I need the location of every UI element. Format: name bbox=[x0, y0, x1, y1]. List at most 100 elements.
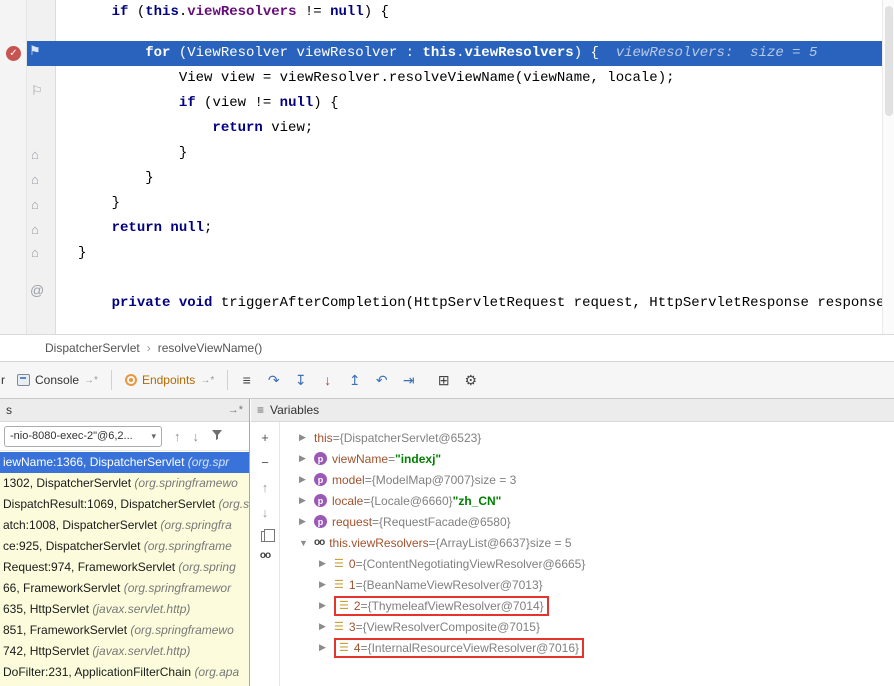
code-line[interactable]: return null; bbox=[0, 216, 894, 241]
variable-row[interactable]: ▶pmodel = {ModelMap@7007} size = 3 bbox=[281, 469, 894, 490]
run-to-cursor-icon[interactable]: ⇥ bbox=[395, 372, 422, 389]
frames-pin-icon[interactable]: →* bbox=[228, 404, 243, 416]
variable-row[interactable]: ▶☰4 = {InternalResourceViewResolver@7016… bbox=[281, 637, 894, 658]
variable-row[interactable]: ▶this = {DispatcherServlet@6523} bbox=[281, 427, 894, 448]
tree-chevron-icon[interactable]: ▶ bbox=[299, 432, 314, 443]
filter-frames-icon[interactable] bbox=[211, 429, 223, 444]
tree-chevron-icon[interactable]: ▶ bbox=[319, 621, 334, 632]
variable-row[interactable]: ▶☰0 = {ContentNegotiatingViewResolver@66… bbox=[281, 553, 894, 574]
tab-endpoints[interactable]: Endpoints →* bbox=[117, 362, 222, 398]
code-line[interactable]: private void triggerAfterCompletion(Http… bbox=[0, 291, 894, 316]
stack-frame[interactable]: 742, HttpServlet (javax.servlet.http) bbox=[0, 641, 249, 662]
stack-frame[interactable]: DoFilter:231, ApplicationFilterChain (or… bbox=[0, 662, 249, 683]
clipped-tab-label[interactable]: r bbox=[1, 373, 5, 387]
step-into-icon[interactable]: ↧ bbox=[287, 372, 314, 389]
tree-chevron-icon[interactable]: ▶ bbox=[299, 474, 314, 485]
code-line[interactable]: if (this.viewResolvers != null) { bbox=[0, 0, 894, 25]
duplicate-watch-icon[interactable] bbox=[261, 531, 270, 542]
frame-down-icon[interactable]: ↓ bbox=[193, 429, 200, 444]
tab-console[interactable]: Console →* bbox=[9, 362, 106, 398]
tree-chevron-icon[interactable]: ▶ bbox=[299, 495, 314, 506]
breadcrumb-class[interactable]: DispatcherServlet bbox=[45, 341, 140, 355]
frame-package: (org.spr bbox=[188, 455, 229, 469]
code-line[interactable]: } bbox=[0, 166, 894, 191]
bookmark-outline-icon[interactable]: ⚐ bbox=[31, 84, 43, 98]
variable-row[interactable]: ▼oothis.viewResolvers = {ArrayList@6637}… bbox=[281, 532, 894, 553]
stack-frame[interactable]: atch:1008, DispatcherServlet (org.spring… bbox=[0, 515, 249, 536]
tree-chevron-icon[interactable]: ▶ bbox=[319, 600, 334, 611]
evaluate-grid-icon[interactable]: ⊞ bbox=[430, 372, 457, 389]
code-line[interactable]: } bbox=[0, 191, 894, 216]
stack-frame[interactable]: 635, HttpServlet (javax.servlet.http) bbox=[0, 599, 249, 620]
variable-row[interactable]: ▶☰1 = {BeanNameViewResolver@7013} bbox=[281, 574, 894, 595]
variable-row[interactable]: ▶☰2 = {ThymeleafViewResolver@7014} bbox=[281, 595, 894, 616]
code-editor[interactable]: if (this.viewResolvers != null) { for (V… bbox=[0, 0, 894, 334]
code-line[interactable]: View view = viewResolver.resolveViewName… bbox=[0, 66, 894, 91]
code-line[interactable]: return view; bbox=[0, 116, 894, 141]
stack-frame[interactable]: 1302, DispatcherServlet (org.springframe… bbox=[0, 473, 249, 494]
scrollbar-thumb[interactable] bbox=[885, 6, 893, 116]
indent bbox=[78, 4, 112, 20]
variable-row[interactable]: ▶pviewName = "indexj" bbox=[281, 448, 894, 469]
force-step-into-icon[interactable]: ↓ bbox=[314, 372, 341, 388]
stack-frame[interactable]: DispatchResult:1069, DispatcherServlet (… bbox=[0, 494, 249, 515]
gutter-marker-icon[interactable]: ⌂ bbox=[31, 148, 39, 162]
variable-name: this bbox=[314, 431, 333, 445]
variable-row[interactable]: ▶☰3 = {ViewResolverComposite@7015} bbox=[281, 616, 894, 637]
tree-chevron-icon[interactable]: ▶ bbox=[319, 558, 334, 569]
step-over-icon[interactable]: ↷ bbox=[260, 372, 287, 389]
execution-point-line[interactable]: for (ViewResolver viewResolver : this.vi… bbox=[0, 41, 894, 66]
gutter-marker-icon[interactable]: ⌂ bbox=[31, 223, 39, 237]
code-token: private void bbox=[112, 295, 221, 311]
variables-panel-header: ≡ Variables bbox=[251, 399, 894, 422]
frame-package: (org.springframewo bbox=[130, 623, 233, 637]
tree-chevron-icon[interactable]: ▶ bbox=[319, 579, 334, 590]
variables-panel: ≡ Variables + − ↑ ↓ oo ▶this = {Dispatch… bbox=[251, 399, 894, 686]
code-token: if bbox=[112, 4, 137, 20]
code-line[interactable]: if (view != null) { bbox=[0, 91, 894, 116]
settings-icon[interactable]: ⚙ bbox=[457, 372, 484, 389]
gutter-marker-icon[interactable]: ⌂ bbox=[31, 246, 39, 260]
code-line[interactable]: } bbox=[0, 241, 894, 266]
move-down-icon[interactable]: ↓ bbox=[262, 504, 269, 521]
hamburger-menu-icon[interactable]: ≡ bbox=[233, 372, 260, 388]
indent bbox=[78, 145, 179, 161]
tree-chevron-icon[interactable]: ▼ bbox=[299, 538, 314, 548]
frame-package: (org.spring bbox=[178, 560, 235, 574]
drop-frame-icon[interactable]: ↶ bbox=[368, 372, 395, 389]
stack-frame[interactable]: iewName:1366, DispatcherServlet (org.spr bbox=[0, 452, 249, 473]
breadcrumb-method[interactable]: resolveViewName() bbox=[158, 341, 262, 355]
thread-selector-row: -nio-8080-exec-2"@6,2... ▾ ↑ ↓ bbox=[0, 422, 249, 451]
remove-watch-icon[interactable]: − bbox=[261, 454, 269, 471]
equals-separator: = bbox=[365, 473, 372, 487]
frame-up-icon[interactable]: ↑ bbox=[174, 429, 181, 444]
frame-package: (org.springframe bbox=[144, 539, 232, 553]
frame-location: iewName:1366, DispatcherServlet bbox=[3, 455, 188, 469]
bookmark-flag-icon[interactable]: ⚑ bbox=[29, 44, 41, 58]
tree-chevron-icon[interactable]: ▶ bbox=[299, 516, 314, 527]
code-lines[interactable]: if (this.viewResolvers != null) { for (V… bbox=[0, 0, 894, 316]
tree-chevron-icon[interactable]: ▶ bbox=[319, 642, 334, 653]
editor-scrollbar[interactable] bbox=[882, 0, 894, 334]
code-line[interactable] bbox=[0, 266, 894, 291]
variable-content: oothis.viewResolvers = {ArrayList@6637} … bbox=[314, 533, 572, 553]
variable-row[interactable]: ▶prequest = {RequestFacade@6580} bbox=[281, 511, 894, 532]
step-out-icon[interactable]: ↥ bbox=[341, 372, 368, 389]
stack-frame[interactable]: ce:925, DispatcherServlet (org.springfra… bbox=[0, 536, 249, 557]
code-token: . bbox=[179, 4, 187, 20]
gutter-marker-icon[interactable]: ⌂ bbox=[31, 173, 39, 187]
thread-selector-dropdown[interactable]: -nio-8080-exec-2"@6,2... ▾ bbox=[4, 426, 162, 447]
panel-menu-icon[interactable]: ≡ bbox=[257, 403, 264, 417]
move-up-icon[interactable]: ↑ bbox=[262, 479, 269, 496]
breakpoint-icon[interactable]: ✓ bbox=[6, 46, 21, 61]
stack-frame[interactable]: Request:974, FrameworkServlet (org.sprin… bbox=[0, 557, 249, 578]
gutter-marker-icon[interactable]: ⌂ bbox=[31, 198, 39, 212]
stack-frame[interactable]: 66, FrameworkServlet (org.springframewor bbox=[0, 578, 249, 599]
tree-chevron-icon[interactable]: ▶ bbox=[299, 453, 314, 464]
stack-frame[interactable]: 851, FrameworkServlet (org.springframewo bbox=[0, 620, 249, 641]
variable-row[interactable]: ▶plocale = {Locale@6660} "zh_CN" bbox=[281, 490, 894, 511]
code-line[interactable]: } bbox=[0, 141, 894, 166]
frame-package: (javax.servlet.http) bbox=[92, 602, 190, 616]
add-watch-icon[interactable]: + bbox=[261, 429, 269, 446]
watches-glasses-icon[interactable]: oo bbox=[260, 550, 270, 561]
